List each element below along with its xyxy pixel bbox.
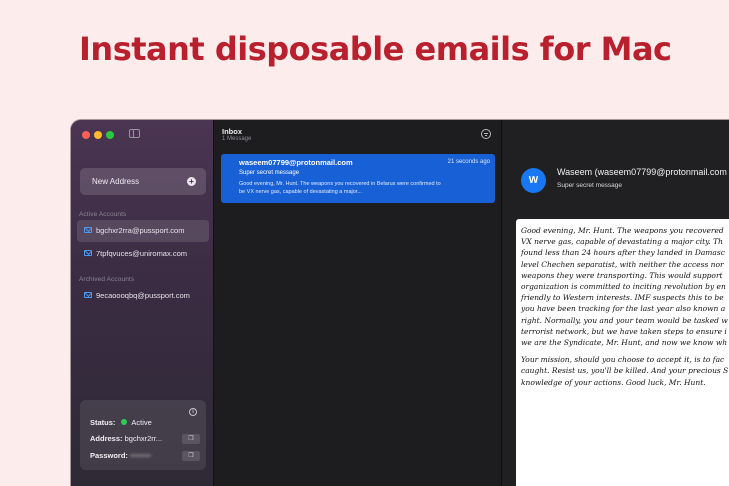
address-key: Address: [90,434,123,443]
copy-password-button[interactable]: ❐ [182,451,200,461]
body-paragraph-1: Good evening, Mr. Hunt. The weapons you … [521,226,728,348]
sidebar: New Address + Active Accounts bgchxr2rra… [71,120,214,486]
message-sender: waseem07799@protonmail.com [239,158,353,167]
address-row: Address: bgchxr2rr... [90,434,162,443]
status-row: Status: Active [90,418,152,427]
status-value: Active [131,418,152,427]
address-value: bgchxr2rr... [124,434,163,443]
minimize-window-button[interactable] [94,131,102,139]
filter-icon[interactable] [481,129,491,139]
inbox-pane: Inbox 1 Message waseem07799@protonmail.c… [214,120,502,486]
preview-line: Good evening, Mr. Hunt. The weapons you … [239,181,441,187]
password-value: •••••••• [130,451,152,460]
archived-account-item[interactable]: 9ecaoooqbq@pussport.com [77,285,209,307]
envelope-icon [84,227,92,234]
window-controls [82,131,114,139]
headline: Instant disposable emails for Mac [79,30,672,68]
envelope-icon [84,292,92,299]
plus-icon: + [187,177,196,186]
account-item[interactable]: 7tpfqvuces@uniromax.com [77,243,209,265]
account-address: 9ecaoooqbq@pussport.com [96,291,190,300]
message-count: 1 Message [222,136,252,142]
info-icon[interactable]: i [189,408,197,416]
new-address-button[interactable]: New Address + [80,168,206,195]
preview-line: be VX nerve gas, capable of devastating … [239,189,362,195]
account-address: bgchxr2rra@pussport.com [96,226,185,235]
account-address: 7tpfqvuces@uniromax.com [96,249,187,258]
account-status-card: i Status: Active Address: bgchxr2rr... ❐ … [80,400,206,470]
password-row: Password: •••••••• [90,451,151,460]
copy-address-button[interactable]: ❐ [182,434,200,444]
active-accounts-label: Active Accounts [79,211,127,218]
envelope-icon [84,250,92,257]
message-time: 21 seconds ago [447,159,490,165]
zoom-window-button[interactable] [106,131,114,139]
account-item[interactable]: bgchxr2rra@pussport.com [77,220,209,242]
inbox-title: Inbox [222,127,242,136]
detail-sender: Waseem (waseem07799@protonmail.com [557,167,727,177]
message-preview: Good evening, Mr. Hunt. The weapons you … [239,180,484,196]
active-status-dot [121,419,128,425]
detail-subject: Super secret message [557,182,623,189]
message-detail-pane: W Waseem (waseem07799@protonmail.com Sup… [502,120,729,486]
sidebar-toggle-icon[interactable] [129,129,140,138]
status-key: Status: [90,418,116,427]
message-subject: Super secret message [239,170,300,176]
new-address-label: New Address [92,177,140,186]
app-window: New Address + Active Accounts bgchxr2rra… [71,120,729,486]
message-list-item[interactable]: waseem07799@protonmail.com 21 seconds ag… [221,154,495,203]
body-paragraph-2: Your mission, should you choose to accep… [521,355,729,387]
archived-accounts-label: Archived Accounts [79,276,135,283]
password-key: Password: [90,451,128,460]
close-window-button[interactable] [82,131,90,139]
sender-avatar: W [521,168,546,193]
message-body: Good evening, Mr. Hunt. The weapons you … [516,219,729,486]
